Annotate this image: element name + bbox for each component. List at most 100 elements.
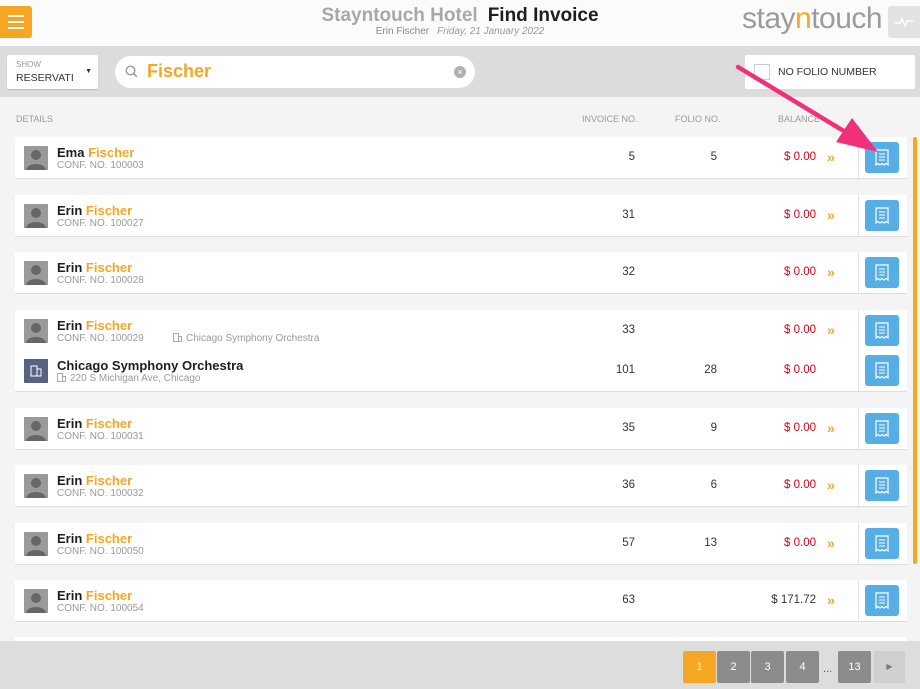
invoice-row[interactable]: Erin Fischer CONF. NO. 100032 36 6 $ 0.0… [15,465,907,507]
balance: $ 0.00 [784,364,816,376]
receipt-icon [875,592,889,609]
page-button-1[interactable]: 1 [683,651,716,683]
page-button-4[interactable]: 4 [786,651,819,683]
page-button-last[interactable]: 13 [838,651,871,683]
balance: $ 0.00 [784,324,816,336]
invoice-row[interactable]: Erin Fischer CONF. NO. 100031 35 9 $ 0.0… [15,408,907,450]
guest-avatar-icon [24,146,48,170]
scrollbar[interactable] [913,137,917,564]
hotel-name: Stayntouch Hotel [321,5,478,26]
page-button-3[interactable]: 3 [751,651,784,683]
guest-name: Erin Fischer [57,473,133,488]
no-folio-number-filter[interactable]: NO FOLIO NUMBER [745,55,915,89]
invoice-row[interactable]: Erin Fischer CONF. NO. 100054 63 $ 171.7… [15,580,907,622]
guest-avatar-icon [24,532,48,556]
confirmation-number: CONF. NO. 100032 [57,488,144,499]
invoice-button[interactable] [865,355,899,386]
receipt-icon [875,362,889,379]
building-icon [57,373,66,382]
invoice-button[interactable] [865,413,899,444]
invoice-row[interactable]: Ema Fischer CONF. NO. 100003 5 5 $ 0.00 … [15,137,907,179]
chevron-right-icon[interactable]: » [827,477,835,493]
show-value: RESERVATI... [16,72,74,84]
invoice-row-group[interactable]: Erin Fischer CONF. NO. 100029 Chicago Sy… [15,310,907,392]
receipt-icon [875,207,889,224]
show-label: SHOW [16,60,41,69]
guest-name: Erin Fischer [57,318,133,333]
guest-name: Erin Fischer [57,416,133,431]
stayntouch-logo: stayntouch [742,2,883,35]
confirmation-number: CONF. NO. 100003 [57,160,144,171]
page-button-2[interactable]: 2 [717,651,750,683]
company-name: Chicago Symphony Orchestra [57,358,244,373]
guest-avatar-icon [24,261,48,285]
receipt-icon [875,420,889,437]
folio-number: 6 [710,479,717,491]
invoice-row[interactable]: Erin Fischer CONF. NO. 100027 31 $ 0.00 … [15,195,907,237]
column-header-details: DETAILS [16,114,53,124]
invoice-number: 32 [622,266,635,278]
guest-name: Erin Fischer [57,203,133,218]
invoice-number: 101 [615,364,635,376]
column-header-balance: BALANCE [778,114,821,124]
folio-number: 5 [710,151,717,163]
confirmation-number: CONF. NO. 100028 [57,275,144,286]
invoice-number: 35 [622,422,635,434]
confirmation-number: CONF. NO. 100050 [57,546,144,557]
invoice-button[interactable] [865,257,899,288]
invoice-button[interactable] [865,470,899,501]
guest-avatar-icon [24,204,48,228]
activity-pulse-button[interactable] [888,6,920,38]
invoice-button[interactable] [865,142,899,173]
chevron-right-icon[interactable]: » [827,264,835,280]
show-type-select[interactable]: SHOW RESERVATI... ▼ [7,55,98,89]
chevron-right-icon[interactable]: » [827,535,835,551]
no-folio-label: NO FOLIO NUMBER [778,66,877,78]
balance: $ 0.00 [784,266,816,278]
filter-bar: SHOW RESERVATI... ▼ Fischer × NO FOLIO N… [0,46,920,97]
next-page-button[interactable]: ▶ [874,651,905,683]
chevron-right-icon[interactable]: » [827,207,835,223]
receipt-icon [875,264,889,281]
invoice-button[interactable] [865,315,899,346]
invoice-button[interactable] [865,585,899,616]
guest-avatar-icon [24,319,48,343]
balance: $ 0.00 [784,479,816,491]
receipt-icon [875,149,889,166]
search-value: Fischer [147,61,212,81]
folio-number: 9 [710,422,717,434]
invoice-button[interactable] [865,528,899,559]
company-address: 220 S Michigan Ave, Chicago [57,373,200,384]
chevron-right-icon[interactable]: » [827,149,835,165]
linked-company: Chicago Symphony Orchestra [173,333,319,344]
confirmation-number: CONF. NO. 100027 [57,218,144,229]
guest-avatar-icon [24,417,48,441]
chevron-right-icon: ▶ [886,662,893,671]
receipt-icon [875,535,889,552]
guest-avatar-icon [24,474,48,498]
confirmation-number: CONF. NO. 100031 [57,431,144,442]
chevron-right-icon[interactable]: » [827,420,835,436]
balance: $ 0.00 [784,422,816,434]
receipt-icon [875,477,889,494]
balance: $ 0.00 [784,537,816,549]
invoice-row[interactable]: Erin Fischer CONF. NO. 100050 57 13 $ 0.… [15,523,907,565]
column-header-folio-no: FOLIO NO. [675,114,721,124]
page-ellipsis: ... [823,663,833,675]
search-input[interactable]: Fischer × [115,56,475,88]
invoice-button[interactable] [865,200,899,231]
invoice-number: 63 [622,594,635,606]
company-avatar-icon [24,359,48,383]
folio-number: 28 [704,364,717,376]
clear-search-icon[interactable]: × [454,66,466,78]
pagination: 1 2 3 4 ... 13 ▶ [0,641,920,689]
chevron-right-icon[interactable]: » [827,322,835,338]
confirmation-number: CONF. NO. 100029 [57,333,144,344]
invoice-row[interactable]: Erin Fischer CONF. NO. 100028 32 $ 0.00 … [15,252,907,294]
chevron-right-icon[interactable]: » [827,592,835,608]
invoice-number: 31 [622,209,635,221]
pulse-icon [895,17,913,28]
no-folio-checkbox[interactable] [754,64,770,80]
guest-avatar-icon [24,589,48,613]
column-header-invoice-no: INVOICE NO. [582,114,638,124]
